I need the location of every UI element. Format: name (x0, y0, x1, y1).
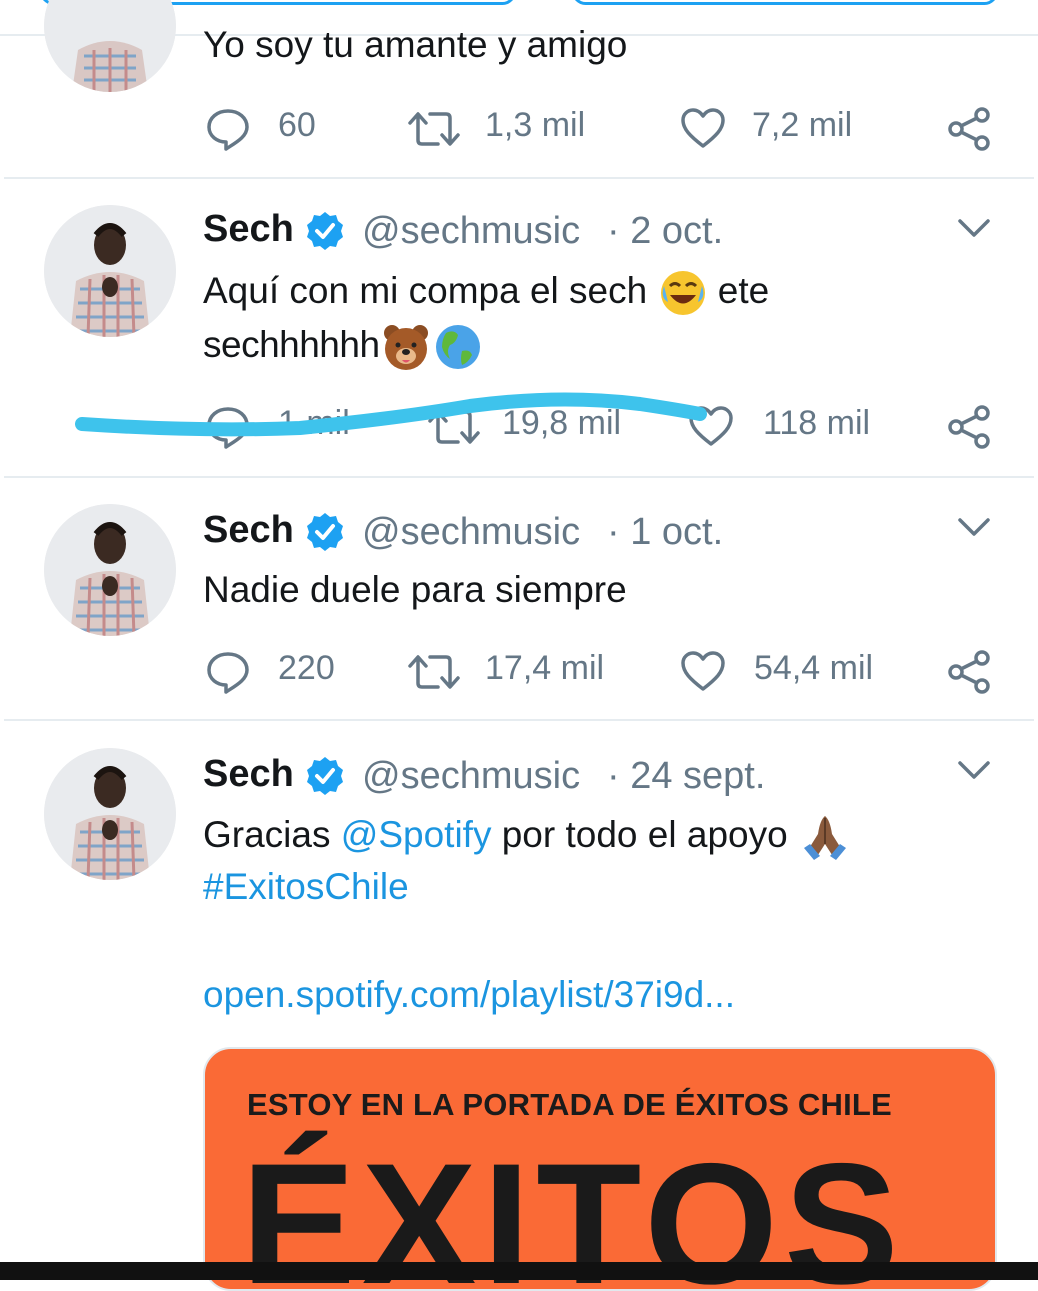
chevron-down-icon[interactable] (958, 760, 990, 780)
avatar[interactable] (44, 748, 176, 880)
tweet-date[interactable]: · 1 oct. (607, 511, 723, 554)
tweet-date[interactable]: · 24 sept. (607, 755, 765, 798)
tweet-text-line: Gracias @Spotify por todo el apoyo (203, 808, 852, 864)
tweet-text-line: sechhhhhh (203, 318, 484, 373)
laughing-tears-emoji-icon (660, 271, 705, 316)
like-count: 118 mil (763, 404, 871, 442)
tweet-text: Aquí con mi compa el sech (203, 270, 648, 311)
reply-count: 1 mil (278, 404, 350, 442)
bear-emoji-icon (383, 325, 428, 371)
card-subtitle: ESTOY EN LA PORTADA DE ÉXITOS CHILE (247, 1087, 892, 1122)
chevron-down-icon[interactable] (958, 517, 990, 537)
reply-count: 220 (278, 649, 335, 687)
chevron-down-icon[interactable] (958, 218, 990, 238)
avatar[interactable] (44, 504, 176, 636)
like-count: 7,2 mil (752, 106, 853, 144)
retweet-count: 17,4 mil (485, 649, 605, 687)
bottom-bar (0, 1262, 1038, 1280)
tweet-actions: 1 mil 19,8 mil 118 mil (0, 396, 1038, 456)
tweet-text: ete (717, 270, 770, 311)
tweet-text: Yo soy tu amante y amigo (203, 24, 628, 65)
retweet-count: 1,3 mil (485, 106, 586, 144)
author-handle[interactable]: @sechmusic (362, 210, 580, 253)
author-handle[interactable]: @sechmusic (362, 511, 580, 554)
verified-badge-icon (307, 757, 343, 795)
author-name[interactable]: Sech (203, 753, 294, 796)
retweet-icon[interactable] (428, 404, 480, 450)
tweet-text: Nadie duele para siempre (203, 569, 627, 610)
tweet-text: sechhhhhh (203, 324, 380, 365)
retweet-icon[interactable] (408, 649, 460, 695)
tweet-text: Gracias (203, 814, 331, 855)
retweet-icon[interactable] (408, 106, 460, 152)
reply-icon[interactable] (205, 649, 251, 695)
tweet-actions: 60 1,3 mil 7,2 mil (0, 98, 1038, 158)
share-icon[interactable] (946, 106, 992, 152)
share-icon[interactable] (946, 404, 992, 450)
reply-icon[interactable] (205, 106, 251, 152)
avatar[interactable] (44, 205, 176, 337)
retweet-count: 19,8 mil (502, 404, 622, 442)
verified-badge-icon (307, 212, 343, 250)
like-icon[interactable] (688, 404, 734, 450)
mention-link[interactable]: @Spotify (341, 814, 492, 855)
praying-hands-emoji-icon (803, 816, 846, 861)
like-icon[interactable] (680, 649, 726, 695)
globe-emoji-icon (435, 325, 480, 370)
tweet-text: por todo el apoyo (501, 814, 788, 855)
tweet[interactable]: Sech @sechmusic · 2 oct. Aquí con mi com… (0, 178, 1038, 476)
hashtag-link[interactable]: #ExitosChile (203, 860, 409, 914)
verified-badge-icon (307, 513, 343, 551)
reply-count: 60 (278, 106, 316, 144)
spotify-url-link[interactable]: open.spotify.com/playlist/37i9d... (203, 968, 735, 1022)
author-name[interactable]: Sech (203, 208, 294, 251)
tweet[interactable]: Yo soy tu amante y amigo 60 1,3 mil 7,2 … (0, 0, 1038, 178)
like-count: 54,4 mil (754, 649, 874, 687)
author-handle[interactable]: @sechmusic (362, 755, 580, 798)
author-name[interactable]: Sech (203, 509, 294, 552)
like-icon[interactable] (680, 106, 726, 152)
tweet[interactable]: Sech @sechmusic · 1 oct. Nadie duele par… (0, 477, 1038, 720)
tweet-date[interactable]: · 2 oct. (607, 210, 723, 253)
share-icon[interactable] (946, 649, 992, 695)
link-preview-card[interactable]: ESTOY EN LA PORTADA DE ÉXITOS CHILE ÉXIT… (203, 1047, 997, 1291)
tweet-text-line: Aquí con mi compa el sech ete (203, 264, 769, 318)
avatar[interactable] (44, 0, 176, 92)
reply-icon[interactable] (205, 404, 251, 450)
tweet-actions: 220 17,4 mil 54,4 mil (0, 641, 1038, 701)
